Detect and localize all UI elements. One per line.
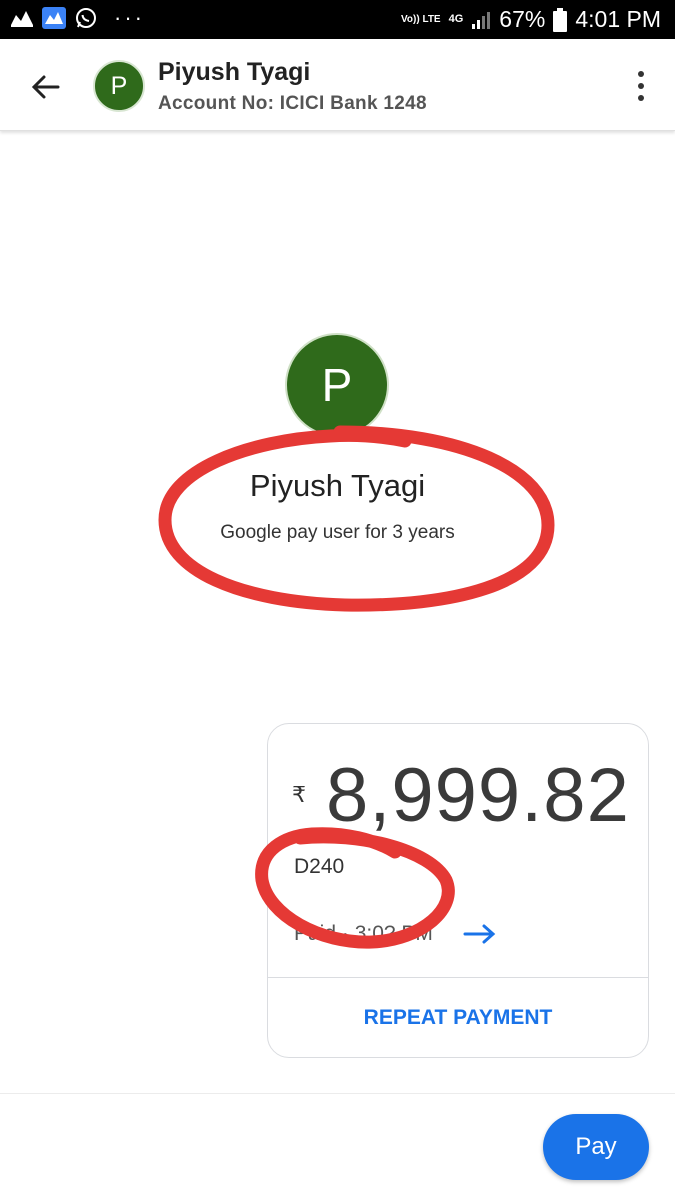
payment-amount: 8,999.82 — [326, 753, 630, 838]
payment-status-row[interactable]: Paid · 3:0? PM — [294, 922, 497, 946]
profile-subtitle: Google pay user for 3 years — [220, 522, 455, 543]
4g-indicator: 4G — [448, 13, 464, 25]
profile-avatar: P — [285, 333, 389, 437]
repeat-payment-button[interactable]: REPEAT PAYMENT — [268, 978, 648, 1058]
more-options-icon[interactable] — [631, 68, 651, 104]
volte-indicator: Vo)) LTE — [400, 13, 441, 25]
zerodha-icon — [11, 11, 33, 27]
notification-icons: ··· — [10, 7, 145, 29]
arrow-right-icon[interactable] — [463, 923, 497, 945]
battery-icon — [553, 7, 568, 32]
whatsapp-icon — [76, 8, 96, 28]
clock: 4:01 PM — [575, 6, 661, 32]
signal-icon — [472, 11, 491, 29]
status-bar: ··· Vo)) LTE 4G 67% 4:01 PM — [0, 0, 675, 39]
payment-status: Paid · 3:0? PM — [294, 922, 433, 945]
status-indicators: Vo)) LTE 4G 67% 4:01 PM — [401, 6, 661, 33]
pay-button[interactable]: Pay — [543, 1114, 649, 1180]
account-number: Account No: ICICI Bank 1248 — [158, 93, 427, 114]
more-notifications-icon: ··· — [114, 5, 145, 30]
payment-reference: D240 — [294, 855, 345, 878]
profile-name: Piyush Tyagi — [249, 468, 426, 503]
battery-percent: 67% — [499, 6, 546, 32]
contact-avatar[interactable]: P — [93, 60, 145, 112]
back-arrow-icon[interactable] — [26, 67, 66, 107]
contact-name: Piyush Tyagi — [158, 58, 311, 86]
app-header: P Piyush Tyagi Account No: ICICI Bank 12… — [0, 39, 675, 131]
currency-symbol: ₹ — [292, 782, 306, 807]
zerodha-blue-icon — [42, 7, 66, 29]
payment-card[interactable]: ₹ 8,999.82 D240 Paid · 3:0? PM REPEAT PA… — [267, 723, 649, 1058]
bottom-divider — [0, 1093, 675, 1094]
